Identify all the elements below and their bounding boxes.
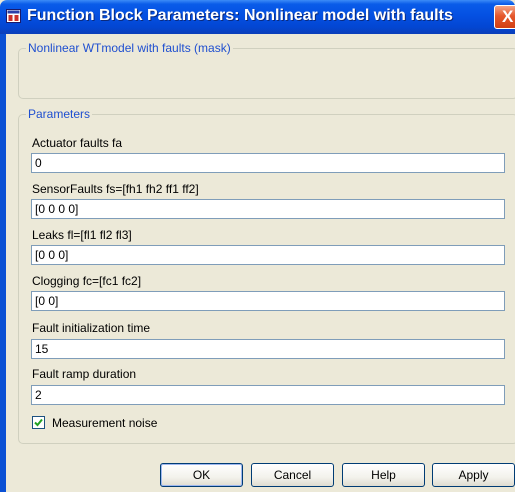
window-left-border <box>0 34 6 492</box>
measurement-noise-checkbox[interactable] <box>32 416 45 429</box>
close-button[interactable]: X <box>494 5 515 29</box>
parameters-group-title: Parameters <box>26 107 93 121</box>
fault-init-time-input[interactable] <box>31 339 505 359</box>
checkmark-icon <box>34 418 43 427</box>
fault-ramp-duration-input[interactable] <box>31 385 505 405</box>
leaks-input[interactable] <box>31 245 505 265</box>
simulink-block-icon <box>6 9 21 23</box>
actuator-faults-label: Actuator faults fa <box>32 136 123 150</box>
fault-init-time-label: Fault initialization time <box>32 321 151 335</box>
title-bar[interactable]: Function Block Parameters: Nonlinear mod… <box>0 0 515 34</box>
fault-ramp-duration-label: Fault ramp duration <box>32 367 137 381</box>
window-title: Function Block Parameters: Nonlinear mod… <box>27 7 453 24</box>
mask-description-group: Nonlinear WTmodel with faults (mask) <box>18 41 515 99</box>
help-button[interactable]: Help <box>342 463 425 487</box>
ok-button[interactable]: OK <box>160 463 243 487</box>
sensor-faults-label: SensorFaults fs=[fh1 fh2 ff1 ff2] <box>32 182 199 196</box>
leaks-label: Leaks fl=[fl1 fl2 fl3] <box>32 228 132 242</box>
clogging-label: Clogging fc=[fc1 fc2] <box>32 274 142 288</box>
measurement-noise-label[interactable]: Measurement noise <box>52 416 157 430</box>
cancel-button[interactable]: Cancel <box>251 463 334 487</box>
clogging-input[interactable] <box>31 291 505 311</box>
mask-group-title: Nonlinear WTmodel with faults (mask) <box>26 41 233 55</box>
apply-button[interactable]: Apply <box>432 463 515 487</box>
actuator-faults-input[interactable] <box>31 153 505 173</box>
close-icon: X <box>502 7 514 26</box>
parameters-dialog: Function Block Parameters: Nonlinear mod… <box>0 0 515 492</box>
sensor-faults-input[interactable] <box>31 199 505 219</box>
